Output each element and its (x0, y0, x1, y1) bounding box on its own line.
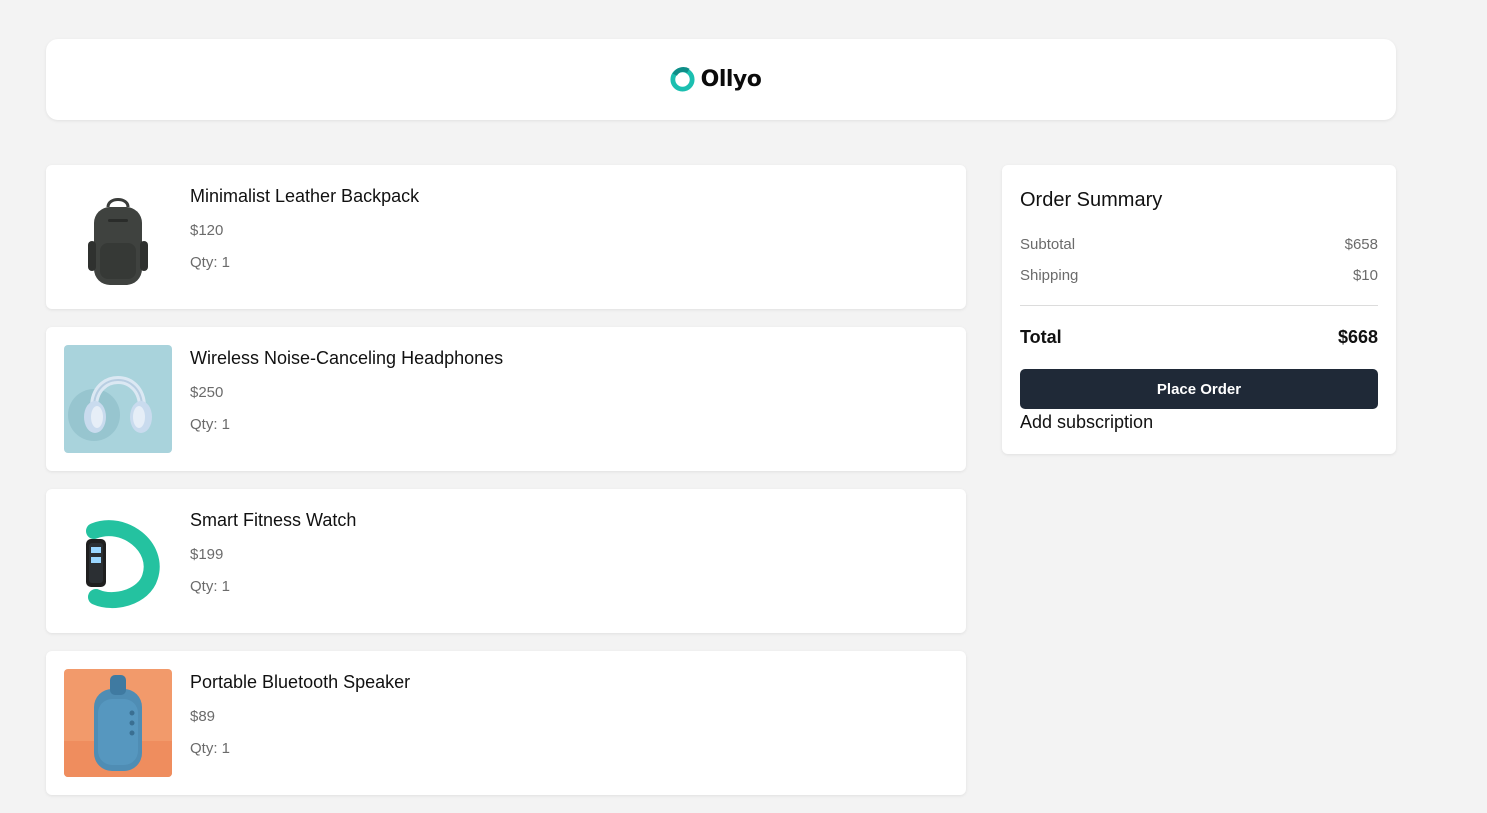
brand-name: Ollyo (700, 67, 762, 92)
cart-items-list: Minimalist Leather Backpack $120 Qty: 1 … (46, 165, 966, 813)
shipping-label: Shipping (1020, 267, 1079, 284)
cart-item: Portable Bluetooth Speaker $89 Qty: 1 (46, 651, 966, 795)
ollyo-logo-icon (670, 67, 695, 92)
backpack-image (64, 183, 172, 291)
shipping-value: $10 (1352, 267, 1378, 284)
headphones-image (64, 345, 172, 453)
item-price: $89 (190, 708, 216, 725)
item-quantity: Qty: 1 (190, 416, 231, 433)
item-name: Portable Bluetooth Speaker (190, 672, 411, 692)
item-quantity: Qty: 1 (190, 578, 231, 595)
total-row: Total $668 (1020, 327, 1378, 348)
subtotal-label: Subtotal (1020, 236, 1076, 253)
add-subscription-link[interactable]: Add subscription (1020, 412, 1153, 433)
order-summary-panel: Order Summary Subtotal $658 Shipping $10… (1002, 165, 1396, 454)
total-value: $668 (1337, 327, 1378, 347)
item-quantity: Qty: 1 (190, 254, 231, 271)
total-label: Total (1020, 327, 1062, 347)
item-price: $250 (190, 384, 224, 401)
site-header: Ollyo (46, 39, 1396, 120)
item-quantity: Qty: 1 (190, 740, 231, 757)
shipping-row: Shipping $10 (1020, 267, 1378, 284)
order-summary-title: Order Summary (1020, 189, 1163, 211)
summary-divider (1020, 305, 1378, 306)
item-name: Wireless Noise-Canceling Headphones (190, 348, 504, 368)
place-order-button[interactable]: Place Order (1020, 369, 1378, 409)
item-price: $199 (190, 546, 224, 563)
cart-item: Smart Fitness Watch $199 Qty: 1 (46, 489, 966, 633)
brand-logo[interactable]: Ollyo (669, 66, 762, 93)
item-name: Minimalist Leather Backpack (190, 186, 420, 206)
subtotal-value: $658 (1344, 236, 1378, 253)
cart-item: Wireless Noise-Canceling Headphones $250… (46, 327, 966, 471)
item-name: Smart Fitness Watch (190, 510, 357, 530)
fitness-watch-image (64, 507, 172, 615)
item-price: $120 (190, 222, 224, 239)
speaker-image (64, 669, 172, 777)
cart-item: Minimalist Leather Backpack $120 Qty: 1 (46, 165, 966, 309)
subtotal-row: Subtotal $658 (1020, 236, 1378, 253)
